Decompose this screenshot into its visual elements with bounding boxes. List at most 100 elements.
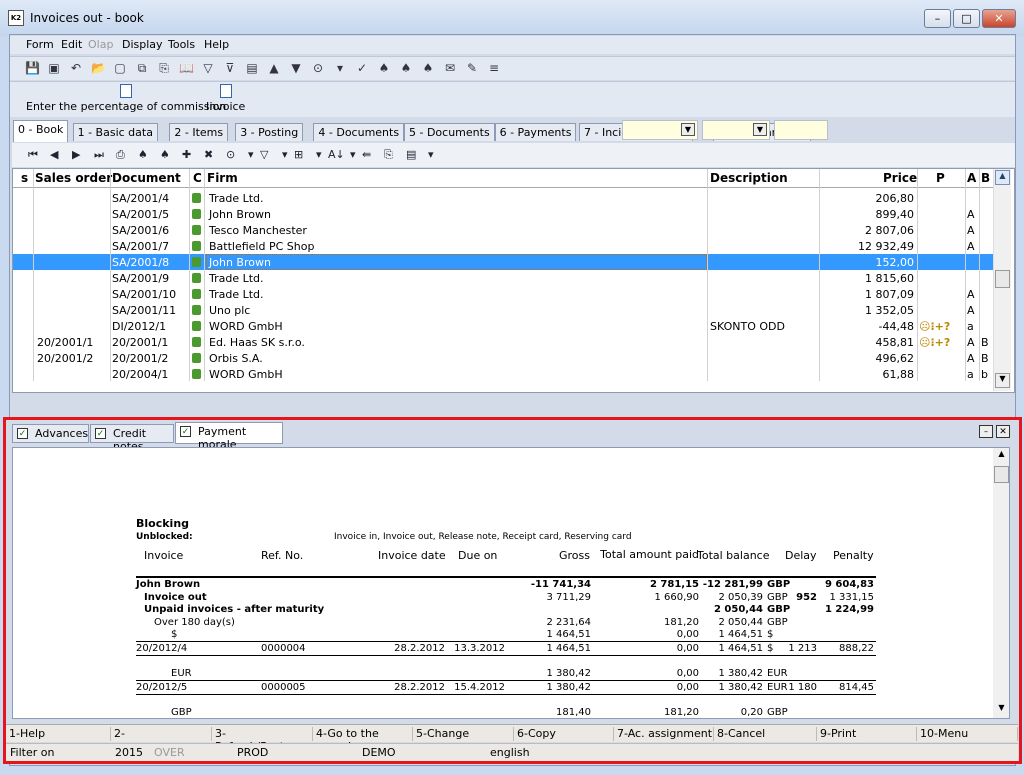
col-p[interactable]: P — [936, 171, 945, 185]
chevron-down-icon[interactable]: ▼ — [753, 123, 767, 136]
invoice-button[interactable]: Invoice — [206, 84, 245, 113]
col-a[interactable]: A — [967, 171, 976, 185]
dd-icon[interactable]: ▾ — [316, 148, 322, 162]
dd-icon[interactable]: ▾ — [428, 148, 434, 162]
dropdown-icon[interactable]: ▾ — [333, 61, 347, 75]
fkey-3[interactable]: 3-Refresh/Restore — [212, 727, 313, 753]
sheet-icon[interactable]: ▤ — [406, 148, 416, 162]
menu-edit[interactable]: Edit — [61, 38, 82, 51]
col-firm[interactable]: Firm — [207, 171, 238, 185]
panel-minimize-button[interactable]: – — [979, 425, 993, 438]
fkey-5[interactable]: 5-Change — [413, 727, 514, 741]
fkey-9[interactable]: 9-Print — [817, 727, 917, 741]
book-icon[interactable]: 📖 — [179, 61, 194, 75]
tab-0[interactable]: 0 - Book — [13, 120, 69, 142]
find-prev-icon[interactable]: ♠ — [421, 61, 435, 75]
commission-button[interactable]: Enter the percentage of commission — [26, 84, 226, 113]
tab-2[interactable]: 2 - Items — [169, 123, 229, 141]
report-scrollbar[interactable]: ▲ ▼ — [993, 448, 1009, 718]
dd-icon[interactable]: ▾ — [350, 148, 356, 162]
filter-field[interactable] — [774, 120, 828, 140]
dd-icon[interactable]: ▾ — [248, 148, 254, 162]
fkey-1[interactable]: 1-Help — [6, 727, 111, 741]
filter-icon[interactable]: ▽ — [260, 148, 268, 162]
panel-tab-1[interactable]: ✓Credit notes — [90, 424, 174, 453]
last-icon[interactable]: ⏭ — [94, 148, 104, 162]
scroll-up-icon[interactable]: ▲ — [994, 449, 1009, 463]
table-row[interactable]: SA/2001/11 Uno plc 1 352,05 A — [13, 302, 993, 318]
panel-close-button[interactable]: ✕ — [996, 425, 1010, 438]
columns-icon[interactable]: ⊞ — [294, 148, 303, 162]
col-price[interactable]: Price — [883, 171, 917, 185]
grid-scrollbar[interactable]: ▲ ▼ — [993, 169, 1011, 391]
tab-1[interactable]: 1 - Basic data — [72, 123, 158, 141]
table-row[interactable]: DI/2012/1 WORD GmbH SKONTO ODD -44,48 ☹⁝+? a — [13, 318, 993, 334]
table-row[interactable]: 20/2004/1 WORD GmbH 61,88 a b — [13, 366, 993, 382]
up-icon[interactable]: ▲ — [267, 61, 281, 75]
table-row[interactable]: SA/2001/7 Battlefield PC Shop 12 932,49 A — [13, 238, 993, 254]
tab-3[interactable]: 3 - Posting — [235, 123, 304, 141]
find-off-icon[interactable]: ♠ — [160, 148, 170, 162]
col-s[interactable]: s — [21, 171, 28, 185]
scroll-thumb[interactable] — [995, 270, 1010, 288]
prev-icon[interactable]: ◀ — [50, 148, 58, 162]
fkey-10[interactable]: 10-Menu — [917, 727, 1018, 741]
scroll-down-icon[interactable]: ▼ — [994, 703, 1009, 717]
table-row[interactable]: SA/2001/6 Tesco Manchester 2 807,06 A — [13, 222, 993, 238]
table-row[interactable]: 20/2001/1 20/2001/1 Ed. Haas SK s.r.o. 458,… — [13, 334, 993, 350]
tab-4[interactable]: 4 - Documents — [313, 123, 405, 141]
list-icon[interactable]: ≡ — [487, 61, 501, 75]
fkey-6[interactable]: 6-Copy — [514, 727, 614, 741]
move-icon[interactable]: ⇚ — [362, 148, 371, 162]
layers-icon[interactable]: ▤ — [245, 61, 259, 75]
scroll-thumb[interactable] — [994, 466, 1009, 483]
find-icon[interactable]: ♠ — [138, 148, 148, 162]
table-row[interactable]: SA/2001/5 John Brown 899,40 A — [13, 206, 993, 222]
undo-icon[interactable]: ↶ — [69, 61, 83, 75]
fkey-7[interactable]: 7-Ac. assignment ar — [614, 727, 714, 753]
chevron-down-icon[interactable]: ▼ — [681, 123, 695, 136]
find-icon[interactable]: ♠ — [377, 61, 391, 75]
first-icon[interactable]: ⏮ — [28, 148, 38, 162]
fkey-4[interactable]: 4-Go to the record — [313, 727, 413, 753]
save-icon[interactable]: 💾 — [25, 61, 40, 75]
checkbox-icon[interactable]: ✓ — [95, 428, 106, 439]
scroll-up-icon[interactable]: ▲ — [995, 170, 1010, 185]
save-as-icon[interactable]: ▣ — [47, 61, 61, 75]
camera-icon[interactable]: ⊙ — [226, 148, 235, 162]
checkbox-icon[interactable]: ✓ — [180, 426, 191, 437]
filter-edit-icon[interactable]: ⊽ — [223, 61, 237, 75]
menu-display[interactable]: Display — [122, 38, 163, 51]
scroll-down-icon[interactable]: ▼ — [995, 373, 1010, 388]
menu-form[interactable]: Form — [26, 38, 54, 51]
dd-icon[interactable]: ▾ — [282, 148, 288, 162]
camera-icon[interactable]: ⊙ — [311, 61, 325, 75]
table-row[interactable]: 20/2001/2 20/2001/2 Orbis S.A. 496,62 A B — [13, 350, 993, 366]
col-c[interactable]: C — [193, 171, 202, 185]
tab-5[interactable]: 5 - Documents — [404, 123, 495, 141]
checkbox-icon[interactable]: ✓ — [17, 428, 28, 439]
open-icon[interactable]: 📂 — [91, 61, 106, 75]
col-sales-order[interactable]: Sales order — [35, 171, 112, 185]
menu-help[interactable]: Help — [204, 38, 229, 51]
table-row[interactable]: SA/2001/10 Trade Ltd. 1 807,09 A — [13, 286, 993, 302]
maximize-button[interactable]: □ — [953, 9, 980, 28]
down-icon[interactable]: ▼ — [289, 61, 303, 75]
delete-icon[interactable]: ✖ — [204, 148, 213, 162]
copy-icon[interactable]: ⎘ — [384, 148, 393, 162]
close-button[interactable]: ✕ — [982, 9, 1016, 28]
col-document[interactable]: Document — [112, 171, 181, 185]
add-icon[interactable]: ✚ — [182, 148, 191, 162]
col-b[interactable]: B — [981, 171, 990, 185]
col-description[interactable]: Description — [710, 171, 788, 185]
tab-6[interactable]: 6 - Payments — [494, 123, 577, 141]
mail-icon[interactable]: ✉ — [443, 61, 457, 75]
table-row[interactable]: SA/2001/8 John Brown 152,00 — [13, 254, 993, 270]
minimize-button[interactable]: – — [924, 9, 951, 28]
menu-olap[interactable]: Olap — [88, 38, 113, 51]
next-icon[interactable]: ▶ — [72, 148, 80, 162]
table-row[interactable]: SA/2001/9 Trade Ltd. 1 815,60 — [13, 270, 993, 286]
sort-icon[interactable]: A↓ — [328, 148, 345, 162]
filter-icon[interactable]: ▽ — [201, 61, 215, 75]
fkey-8[interactable]: 8-Cancel — [714, 727, 817, 741]
